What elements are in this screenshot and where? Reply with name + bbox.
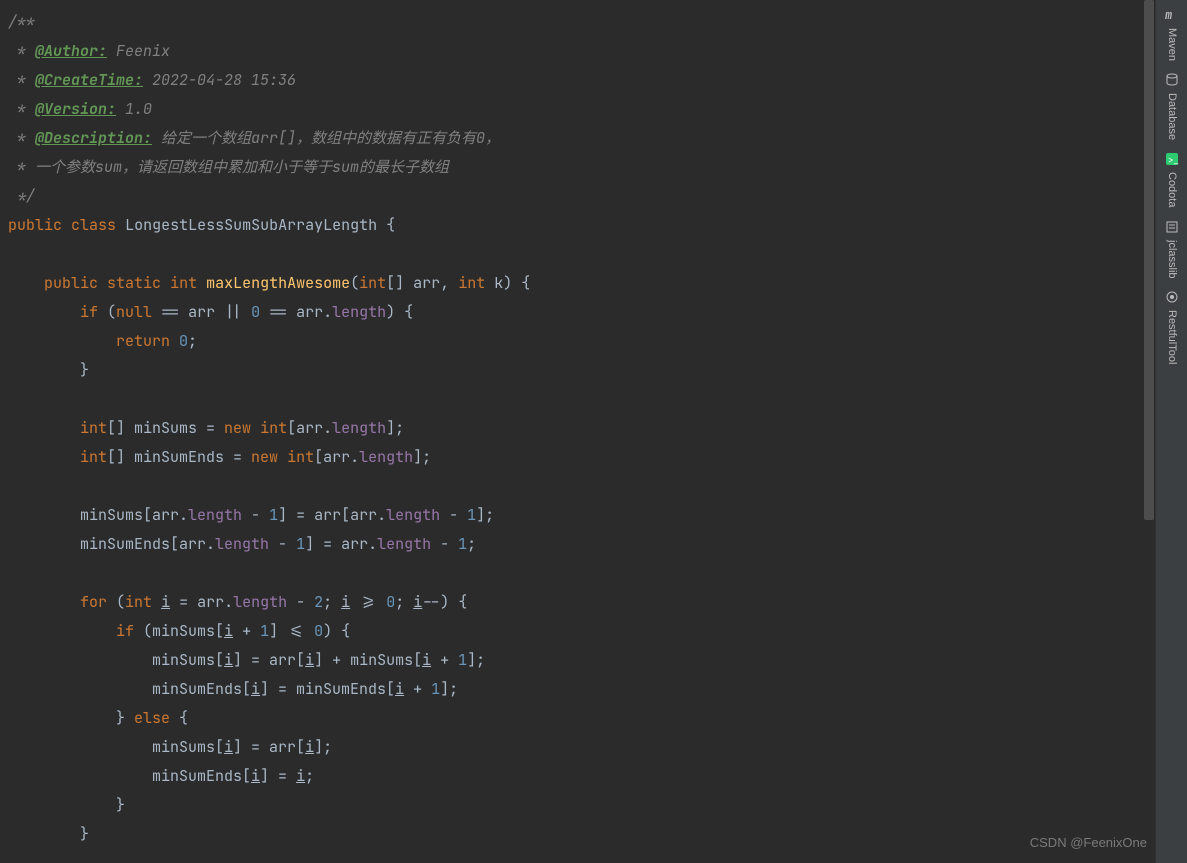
- sidebar-item-maven[interactable]: m Maven: [1158, 4, 1186, 61]
- code-line: if (null == arr || 0 == arr.length) {: [8, 298, 1155, 327]
- sidebar-item-jclasslib[interactable]: jclasslib: [1158, 216, 1186, 279]
- maven-icon: m: [1164, 7, 1180, 23]
- code-line: if (minSums[i + 1] <= 0) {: [8, 617, 1155, 646]
- sidebar-item-restfultool[interactable]: RestfulTool: [1158, 286, 1186, 364]
- svg-text:>_: >_: [1168, 154, 1179, 166]
- code-line: int[] minSumEnds = new int[arr.length];: [8, 443, 1155, 472]
- doc-description-label: @Description:: [35, 128, 152, 148]
- doc-version-label: @Version:: [35, 99, 116, 119]
- jclasslib-icon: [1164, 219, 1180, 235]
- doc-createtime-label: @CreateTime:: [35, 70, 143, 90]
- doc-author-label: @Author:: [35, 41, 107, 61]
- sidebar-item-label: RestfulTool: [1157, 310, 1186, 364]
- code-line: minSums[i] = arr[i] + minSums[i + 1];: [8, 646, 1155, 675]
- codota-icon: >_: [1164, 151, 1180, 167]
- database-icon: [1164, 72, 1180, 88]
- sidebar-item-label: jclasslib: [1157, 240, 1186, 279]
- doc-version-val: 1.0: [116, 99, 152, 119]
- code-line: minSums[arr.length - 1] = arr[arr.length…: [8, 501, 1155, 530]
- code-line: }: [8, 791, 1155, 820]
- doc-description-line2: * 一个参数sum，请返回数组中累加和小于等于sum的最长子数组: [8, 157, 449, 177]
- sidebar-item-label: Maven: [1157, 28, 1186, 61]
- code-line: }: [8, 820, 1155, 849]
- code-line: minSumEnds[i] = minSumEnds[i + 1];: [8, 675, 1155, 704]
- class-declaration: public class LongestLessSumSubArrayLengt…: [8, 211, 1155, 240]
- code-line: } else {: [8, 704, 1155, 733]
- code-line: minSums[i] = arr[i];: [8, 733, 1155, 762]
- doc-author-val: Feenix: [107, 41, 170, 61]
- code-editor[interactable]: /** * @Author: Feenix * @CreateTime: 202…: [0, 0, 1155, 863]
- sidebar-item-database[interactable]: Database: [1158, 69, 1186, 140]
- method-signature: public static int maxLengthAwesome(int[]…: [8, 269, 1155, 298]
- sidebar-item-codota[interactable]: >_ Codota: [1158, 148, 1186, 207]
- scrollbar-thumb[interactable]: [1144, 0, 1154, 520]
- code-line: minSumEnds[i] = i;: [8, 762, 1155, 791]
- code-line: int[] minSums = new int[arr.length];: [8, 414, 1155, 443]
- sidebar-item-label: Database: [1157, 93, 1186, 140]
- doc-description-val: 给定一个数组arr[]，数组中的数据有正有负有0，: [152, 128, 500, 148]
- comment-open: /**: [8, 12, 35, 32]
- code-line: minSumEnds[arr.length - 1] = arr.length …: [8, 530, 1155, 559]
- code-line: return 0;: [8, 327, 1155, 356]
- svg-text:m: m: [1165, 8, 1172, 22]
- code-line: }: [8, 356, 1155, 385]
- comment-close: */: [8, 186, 35, 206]
- sidebar-item-label: Codota: [1157, 172, 1186, 207]
- tool-window-sidebar: m Maven Database >_ Codota jclasslib Res…: [1155, 0, 1187, 863]
- doc-createtime-val: 2022-04-28 15:36: [143, 70, 296, 90]
- code-line: for (int i = arr.length - 2; i >= 0; i--…: [8, 588, 1155, 617]
- watermark-text: CSDN @FeenixOne: [1030, 828, 1147, 857]
- restfultool-icon: [1164, 289, 1180, 305]
